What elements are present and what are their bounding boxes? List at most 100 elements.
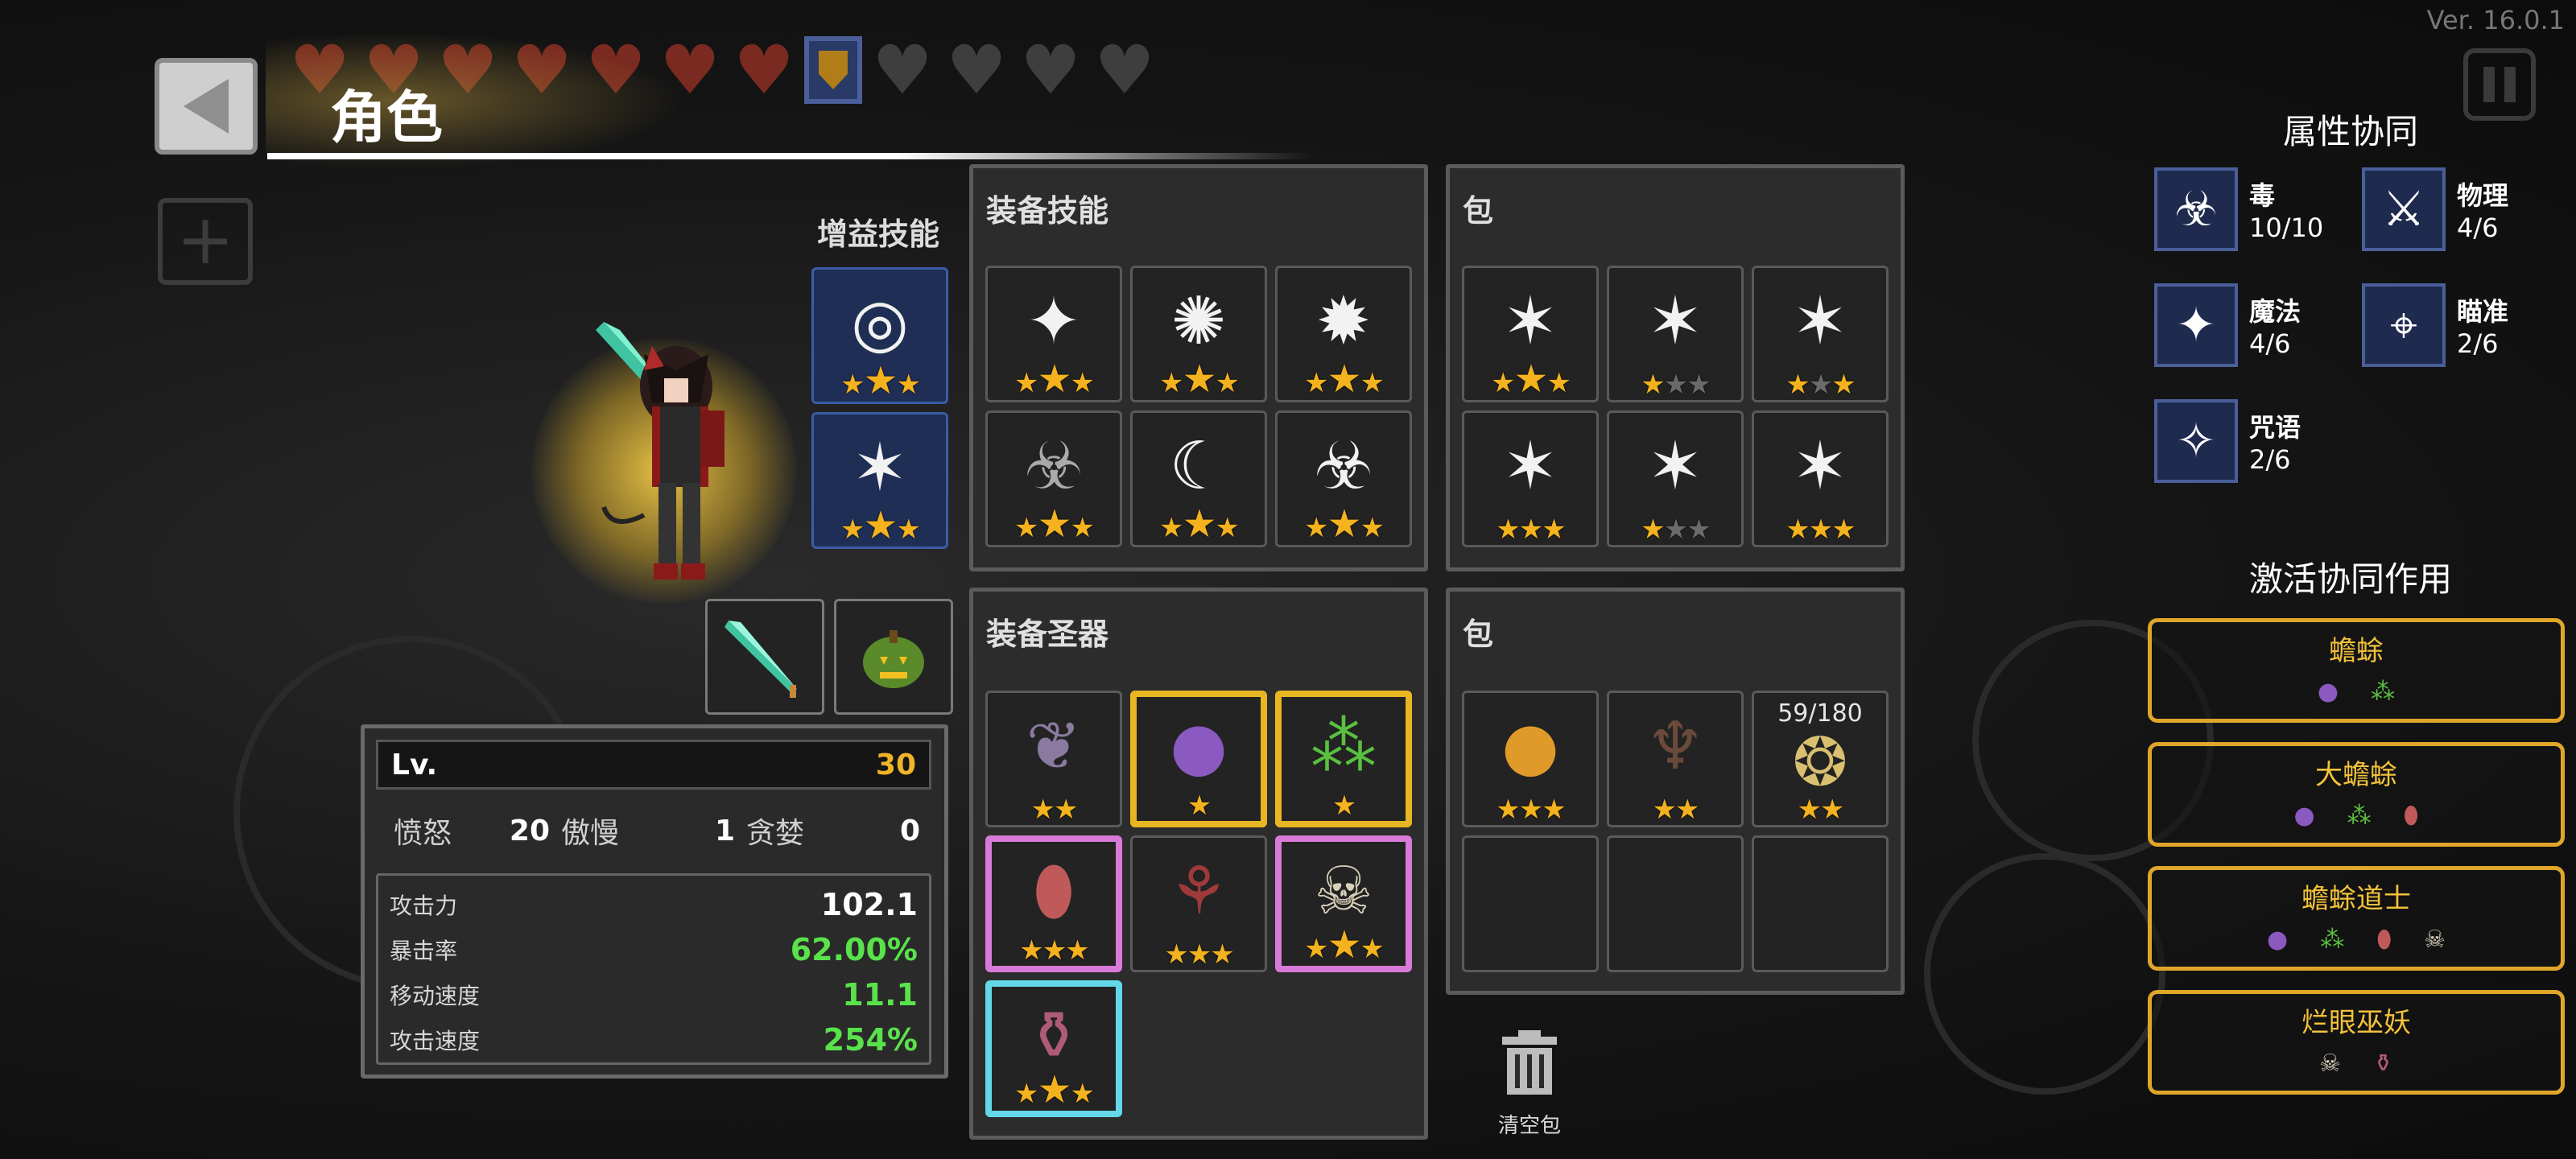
star-rating: ★★★ [1159, 501, 1240, 547]
skull-icon: ☠ [2424, 926, 2446, 954]
attribute-value: 10/10 [2249, 212, 2324, 243]
level-value: 30 [875, 748, 916, 782]
bag-relic-slot[interactable]: 59/180 ❂ ★★ [1752, 691, 1889, 827]
star4-icon: ✦ [2154, 283, 2238, 367]
attribute-magic: ✦ 魔法 4/6 [2154, 283, 2301, 367]
flower-icon: ⚘ [1169, 853, 1228, 930]
synergy-card[interactable]: 烂眼巫妖 ☠ ⚱ [2148, 990, 2565, 1095]
sin-row: 愤怒 20 傲慢 1 贪婪 0 [376, 802, 931, 859]
trash-icon[interactable] [1497, 1029, 1562, 1096]
heart-empty-icon: ♥ [872, 31, 933, 109]
version-label: Ver. 16.0.1 [2426, 5, 2565, 35]
bag-skill-slot[interactable]: ✶ ★★★ [1607, 266, 1744, 402]
egg-icon: ⬮ [2376, 926, 2392, 954]
bag-relic-slot[interactable]: ♆ ★★ [1607, 691, 1744, 827]
potion-icon: ⚱ [2372, 1050, 2394, 1078]
stat-list: 攻击力 102.1 暴击率 62.00% 移动速度 11.1 攻击速度 254% [376, 873, 931, 1065]
spore-icon: ⁂ [1311, 708, 1377, 785]
heart-empty-icon: ♥ [1094, 31, 1155, 109]
stat-value: 62.00% [790, 932, 918, 967]
relic-slot[interactable]: ⚘ ★★★ [1130, 835, 1267, 972]
relic-slot[interactable]: ⚱ ★★★ [985, 980, 1122, 1117]
relic-counter: 59/180 [1777, 699, 1863, 728]
synergy-name: 蟾蜍道士 [2301, 883, 2411, 915]
star-rating: ★★★ [1641, 514, 1711, 546]
buff-skill-slot[interactable]: ✶ ★★★ [811, 412, 948, 549]
toad-icon: ● [2293, 802, 2315, 830]
bag-skill-slot[interactable]: ✶ ★★★ [1607, 410, 1744, 547]
shield-icon [804, 36, 862, 104]
bag-skill-slot[interactable]: ✶ ★★★ [1752, 266, 1889, 402]
bag-skill-slot[interactable]: ✶ ★★★ [1752, 410, 1889, 547]
stat-value: 102.1 [820, 887, 918, 922]
slash-icon: ✶ [852, 430, 908, 506]
sin-name: 愤怒 [394, 817, 452, 850]
burst-icon: ✹ [1315, 283, 1372, 360]
bag-relic-slot-empty[interactable] [1607, 835, 1744, 972]
synergy-card[interactable]: 蟾蜍道士 ● ⁂ ⬮ ☠ [2148, 866, 2565, 971]
synergy-card[interactable]: 蟾蜍 ● ⁂ [2148, 618, 2565, 723]
skull-burst-icon: ✺ [1170, 283, 1227, 360]
toad-icon: ● [2267, 926, 2289, 954]
attribute-name: 毒 [2249, 180, 2276, 211]
spore-icon: ⁂ [2347, 802, 2372, 830]
relic-slot[interactable]: ❦ ★★ [985, 691, 1122, 827]
page-title: 角色 [330, 85, 443, 151]
crosshair-icon: ⌖ [2362, 283, 2446, 367]
star-rating: ★★★ [840, 358, 921, 403]
scythe-icon [724, 621, 797, 698]
relic-slot[interactable]: ⁂ ★ [1275, 691, 1412, 827]
bone-icon: ✦ [1026, 283, 1082, 360]
biohazard-burst-icon: ☣ [1024, 428, 1084, 505]
skill-slot[interactable]: ☣ ★★★ [1275, 410, 1412, 547]
weapon-slot[interactable] [705, 599, 824, 715]
star-rating: ★★★ [1496, 514, 1566, 546]
sin-value: 0 [899, 814, 920, 848]
synergies-title: 激活协同作用 [2248, 559, 2452, 599]
add-button[interactable]: + [158, 198, 253, 285]
star-rating: ★★★ [1019, 934, 1089, 967]
level-label: Lv. [391, 748, 438, 782]
toad-icon: ● [2317, 678, 2339, 706]
back-button[interactable] [155, 58, 258, 155]
bag-relic-slot[interactable]: ● ★★★ [1462, 691, 1599, 827]
relic-slot[interactable]: ☠ ★★★ [1275, 835, 1412, 972]
sin-wrath: 愤怒 20 [376, 810, 561, 852]
slash-icon: ✶ [1502, 283, 1558, 360]
attribute-value: 2/6 [2457, 328, 2499, 359]
synergy-card[interactable]: 大蟾蜍 ● ⁂ ⬮ [2148, 742, 2565, 847]
coin-icon: ● [1501, 708, 1559, 785]
bag-skill-slot[interactable]: ✶ ★★★ [1462, 410, 1599, 547]
bag-relic-slot-empty[interactable] [1462, 835, 1599, 972]
skill-slot[interactable]: ✺ ★★★ [1130, 266, 1267, 402]
skill-slot[interactable]: ✹ ★★★ [1275, 266, 1412, 402]
attribute-aim: ⌖ 瞄准 2/6 [2362, 283, 2508, 367]
buff-skill-slot[interactable]: ◎ ★★★ [811, 267, 948, 404]
heart-full-icon: ♥ [733, 31, 795, 109]
bag-skill-slot[interactable]: ✶ ★★★ [1462, 266, 1599, 402]
skull-icon: ☠ [2318, 1050, 2341, 1078]
star-rating: ★★ [1797, 794, 1845, 826]
stat-name: 暴击率 [390, 938, 458, 964]
star-rating: ★ [1331, 790, 1356, 822]
accessory-slot[interactable] [834, 599, 953, 715]
stat-attack: 攻击力 102.1 [390, 882, 918, 927]
skill-slot[interactable]: ☾ ★★★ [1130, 410, 1267, 547]
egg-icon: ⬮ [2403, 802, 2419, 830]
bag-relic-slot-empty[interactable] [1752, 835, 1889, 972]
orbit-icon: ✧ [2154, 399, 2238, 483]
relic-bag-title: 包 [1463, 617, 1494, 652]
biohazard-icon: ☣ [2154, 167, 2238, 251]
relic-slot[interactable]: ⬮ ★★★ [985, 835, 1122, 972]
title-glow [266, 32, 684, 169]
skill-slot[interactable]: ✦ ★★★ [985, 266, 1122, 402]
sin-pride: 傲慢 1 [561, 810, 746, 852]
attribute-name: 咒语 [2249, 412, 2301, 443]
relic-slot[interactable]: ● ★ [1130, 691, 1267, 827]
clear-bag-label[interactable]: 清空包 [1473, 1109, 1586, 1139]
back-arrow-icon [184, 79, 229, 134]
stat-name: 移动速度 [390, 983, 481, 1009]
skill-slot[interactable]: ☣ ★★★ [985, 410, 1122, 547]
level-row: Lv. 30 [376, 740, 931, 790]
star-rating: ★★ [1030, 794, 1079, 826]
